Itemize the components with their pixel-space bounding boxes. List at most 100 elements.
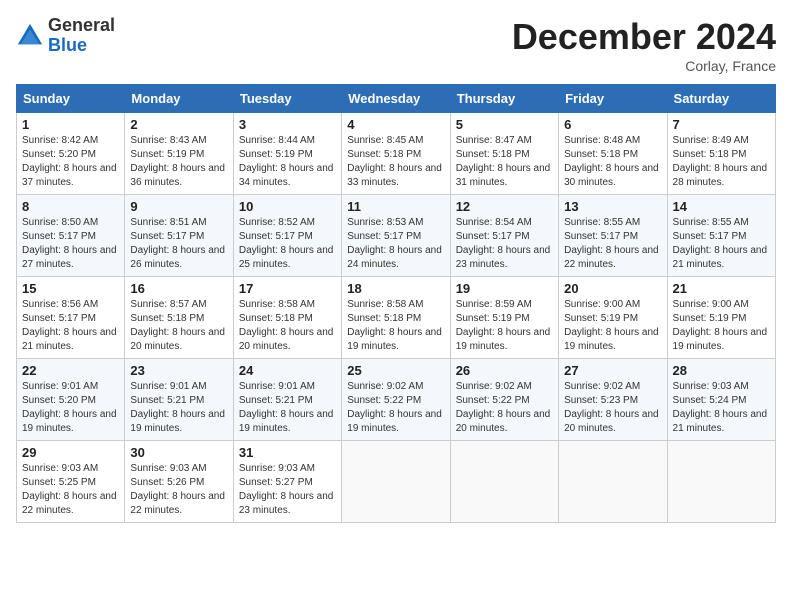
day-number: 10 bbox=[239, 199, 336, 214]
location: Corlay, France bbox=[512, 58, 776, 74]
day-detail: Sunrise: 8:54 AMSunset: 5:17 PMDaylight:… bbox=[456, 216, 553, 272]
logo-blue: Blue bbox=[48, 35, 87, 55]
day-detail: Sunrise: 9:03 AMSunset: 5:27 PMDaylight:… bbox=[239, 462, 336, 518]
day-detail: Sunrise: 9:02 AMSunset: 5:22 PMDaylight:… bbox=[456, 380, 553, 436]
logo-general: General bbox=[48, 15, 115, 35]
logo-icon bbox=[16, 22, 44, 50]
day-number: 27 bbox=[564, 363, 661, 378]
day-cell bbox=[559, 441, 667, 523]
logo-text: General Blue bbox=[48, 16, 115, 56]
day-cell: 16 Sunrise: 8:57 AMSunset: 5:18 PMDayligh… bbox=[125, 277, 233, 359]
day-cell: 1 Sunrise: 8:42 AMSunset: 5:20 PMDaylight… bbox=[17, 113, 125, 195]
day-cell bbox=[342, 441, 450, 523]
day-detail: Sunrise: 9:01 AMSunset: 5:21 PMDaylight:… bbox=[239, 380, 336, 436]
day-number: 15 bbox=[22, 281, 119, 296]
day-cell: 4 Sunrise: 8:45 AMSunset: 5:18 PMDaylight… bbox=[342, 113, 450, 195]
column-header-saturday: Saturday bbox=[667, 85, 775, 113]
week-row-1: 1 Sunrise: 8:42 AMSunset: 5:20 PMDaylight… bbox=[17, 113, 776, 195]
column-header-tuesday: Tuesday bbox=[233, 85, 341, 113]
day-number: 30 bbox=[130, 445, 227, 460]
day-cell: 18 Sunrise: 8:58 AMSunset: 5:18 PMDayligh… bbox=[342, 277, 450, 359]
day-cell: 13 Sunrise: 8:55 AMSunset: 5:17 PMDayligh… bbox=[559, 195, 667, 277]
column-header-friday: Friday bbox=[559, 85, 667, 113]
day-cell: 30 Sunrise: 9:03 AMSunset: 5:26 PMDayligh… bbox=[125, 441, 233, 523]
day-cell: 2Sunrise: 8:43 AMSunset: 5:19 PMDaylight… bbox=[125, 113, 233, 195]
day-detail: Sunrise: 8:59 AMSunset: 5:19 PMDaylight:… bbox=[456, 298, 553, 354]
day-number: 19 bbox=[456, 281, 553, 296]
day-number: 29 bbox=[22, 445, 119, 460]
day-detail: Sunrise: 8:42 AMSunset: 5:20 PMDaylight:… bbox=[22, 134, 119, 190]
day-cell: 23 Sunrise: 9:01 AMSunset: 5:21 PMDayligh… bbox=[125, 359, 233, 441]
day-cell bbox=[450, 441, 558, 523]
day-detail: Sunrise: 9:01 AMSunset: 5:21 PMDaylight:… bbox=[130, 380, 227, 436]
header-row: SundayMondayTuesdayWednesdayThursdayFrid… bbox=[17, 85, 776, 113]
day-cell: 7 Sunrise: 8:49 AMSunset: 5:18 PMDaylight… bbox=[667, 113, 775, 195]
day-detail: Sunrise: 8:50 AMSunset: 5:17 PMDaylight:… bbox=[22, 216, 119, 272]
day-detail: Sunrise: 9:00 AMSunset: 5:19 PMDaylight:… bbox=[564, 298, 661, 354]
day-number: 1 bbox=[22, 117, 119, 132]
day-number: 16 bbox=[130, 281, 227, 296]
day-number: 7 bbox=[673, 117, 770, 132]
day-detail: Sunrise: 9:00 AMSunset: 5:19 PMDaylight:… bbox=[673, 298, 770, 354]
column-header-sunday: Sunday bbox=[17, 85, 125, 113]
day-cell: 28 Sunrise: 9:03 AMSunset: 5:24 PMDayligh… bbox=[667, 359, 775, 441]
day-detail: Sunrise: 8:44 AMSunset: 5:19 PMDaylight:… bbox=[239, 134, 336, 190]
day-detail: Sunrise: 8:58 AMSunset: 5:18 PMDaylight:… bbox=[239, 298, 336, 354]
day-cell: 24Sunrise: 9:01 AMSunset: 5:21 PMDayligh… bbox=[233, 359, 341, 441]
week-row-2: 8Sunrise: 8:50 AMSunset: 5:17 PMDaylight… bbox=[17, 195, 776, 277]
logo: General Blue bbox=[16, 16, 115, 56]
day-number: 12 bbox=[456, 199, 553, 214]
day-number: 18 bbox=[347, 281, 444, 296]
day-cell: 3 Sunrise: 8:44 AMSunset: 5:19 PMDaylight… bbox=[233, 113, 341, 195]
day-detail: Sunrise: 9:02 AMSunset: 5:22 PMDaylight:… bbox=[347, 380, 444, 436]
day-number: 23 bbox=[130, 363, 227, 378]
day-cell: 17 Sunrise: 8:58 AMSunset: 5:18 PMDayligh… bbox=[233, 277, 341, 359]
day-number: 31 bbox=[239, 445, 336, 460]
day-number: 3 bbox=[239, 117, 336, 132]
week-row-5: 29 Sunrise: 9:03 AMSunset: 5:25 PMDayligh… bbox=[17, 441, 776, 523]
day-cell: 9 Sunrise: 8:51 AMSunset: 5:17 PMDaylight… bbox=[125, 195, 233, 277]
day-number: 21 bbox=[673, 281, 770, 296]
column-header-thursday: Thursday bbox=[450, 85, 558, 113]
day-cell: 8Sunrise: 8:50 AMSunset: 5:17 PMDaylight… bbox=[17, 195, 125, 277]
day-detail: Sunrise: 9:03 AMSunset: 5:24 PMDaylight:… bbox=[673, 380, 770, 436]
day-cell: 12 Sunrise: 8:54 AMSunset: 5:17 PMDayligh… bbox=[450, 195, 558, 277]
day-cell: 27 Sunrise: 9:02 AMSunset: 5:23 PMDayligh… bbox=[559, 359, 667, 441]
day-detail: Sunrise: 9:03 AMSunset: 5:25 PMDaylight:… bbox=[22, 462, 119, 518]
day-cell: 26Sunrise: 9:02 AMSunset: 5:22 PMDayligh… bbox=[450, 359, 558, 441]
day-cell: 15Sunrise: 8:56 AMSunset: 5:17 PMDayligh… bbox=[17, 277, 125, 359]
day-number: 28 bbox=[673, 363, 770, 378]
day-cell bbox=[667, 441, 775, 523]
day-number: 6 bbox=[564, 117, 661, 132]
day-detail: Sunrise: 9:01 AMSunset: 5:20 PMDaylight:… bbox=[22, 380, 119, 436]
day-cell: 21 Sunrise: 9:00 AMSunset: 5:19 PMDayligh… bbox=[667, 277, 775, 359]
day-detail: Sunrise: 9:02 AMSunset: 5:23 PMDaylight:… bbox=[564, 380, 661, 436]
day-detail: Sunrise: 8:43 AMSunset: 5:19 PMDaylight:… bbox=[130, 134, 227, 190]
day-detail: Sunrise: 8:53 AMSunset: 5:17 PMDaylight:… bbox=[347, 216, 444, 272]
day-detail: Sunrise: 8:45 AMSunset: 5:18 PMDaylight:… bbox=[347, 134, 444, 190]
day-cell: 20 Sunrise: 9:00 AMSunset: 5:19 PMDayligh… bbox=[559, 277, 667, 359]
day-number: 9 bbox=[130, 199, 227, 214]
day-cell: 29 Sunrise: 9:03 AMSunset: 5:25 PMDayligh… bbox=[17, 441, 125, 523]
day-number: 4 bbox=[347, 117, 444, 132]
day-number: 11 bbox=[347, 199, 444, 214]
day-number: 20 bbox=[564, 281, 661, 296]
day-detail: Sunrise: 8:51 AMSunset: 5:17 PMDaylight:… bbox=[130, 216, 227, 272]
day-number: 5 bbox=[456, 117, 553, 132]
week-row-4: 22 Sunrise: 9:01 AMSunset: 5:20 PMDayligh… bbox=[17, 359, 776, 441]
title-block: December 2024 Corlay, France bbox=[512, 16, 776, 74]
day-detail: Sunrise: 8:57 AMSunset: 5:18 PMDaylight:… bbox=[130, 298, 227, 354]
column-header-wednesday: Wednesday bbox=[342, 85, 450, 113]
day-detail: Sunrise: 9:03 AMSunset: 5:26 PMDaylight:… bbox=[130, 462, 227, 518]
month-title: December 2024 bbox=[512, 16, 776, 58]
day-number: 17 bbox=[239, 281, 336, 296]
calendar-table: SundayMondayTuesdayWednesdayThursdayFrid… bbox=[16, 84, 776, 523]
day-detail: Sunrise: 8:55 AMSunset: 5:17 PMDaylight:… bbox=[564, 216, 661, 272]
day-cell: 22 Sunrise: 9:01 AMSunset: 5:20 PMDayligh… bbox=[17, 359, 125, 441]
day-cell: 25Sunrise: 9:02 AMSunset: 5:22 PMDayligh… bbox=[342, 359, 450, 441]
day-number: 13 bbox=[564, 199, 661, 214]
day-detail: Sunrise: 8:49 AMSunset: 5:18 PMDaylight:… bbox=[673, 134, 770, 190]
day-detail: Sunrise: 8:58 AMSunset: 5:18 PMDaylight:… bbox=[347, 298, 444, 354]
day-number: 22 bbox=[22, 363, 119, 378]
day-cell: 31 Sunrise: 9:03 AMSunset: 5:27 PMDayligh… bbox=[233, 441, 341, 523]
